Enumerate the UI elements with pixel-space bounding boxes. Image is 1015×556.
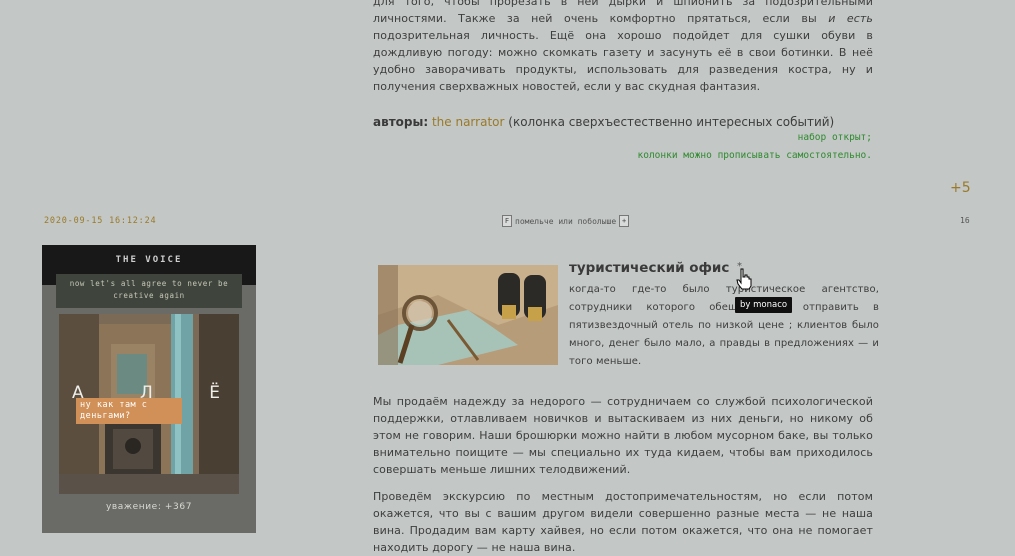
profile-caption: ну как там с деньгами?	[76, 398, 182, 424]
authors-note: (колонка сверхъестественно интересных со…	[508, 115, 835, 129]
post-title[interactable]: туристический офис	[569, 260, 729, 276]
big-letter-3: Ё	[209, 383, 222, 403]
rating-counter[interactable]: +5	[950, 180, 971, 196]
font-size-control: F помельче или поболыше +	[502, 215, 630, 227]
profile-name[interactable]: THE VOICE	[42, 255, 256, 265]
post-paragraph-1: Мы продаём надежду за недорого — сотрудн…	[373, 395, 873, 476]
post-date[interactable]: 2020-09-15 16:12:24	[44, 216, 156, 226]
authors-label: авторы:	[373, 115, 429, 129]
column-description: для того, чтобы прорезать в ней дырки и …	[373, 0, 873, 93]
author-link[interactable]: the narrator	[432, 115, 504, 129]
font-size-label: помельче или поболыше	[515, 216, 617, 226]
pointer-cursor-icon	[736, 268, 752, 290]
post-image	[378, 265, 558, 365]
author-tooltip: by monaco	[735, 297, 793, 313]
respect-counter[interactable]: уважение: +367	[42, 502, 256, 512]
post-paragraph-2: Проведём экскурсию по местным достоприме…	[373, 490, 873, 554]
status-recruitment-open: набор открыт;	[797, 132, 872, 143]
post-number[interactable]: 16	[960, 216, 970, 225]
decrease-font-button[interactable]: F	[502, 215, 512, 227]
increase-font-button[interactable]: +	[619, 215, 630, 227]
status-columns-note: колонки можно прописывать самостоятельно…	[637, 150, 873, 161]
profile-card: THE VOICE now let's all agree to never b…	[42, 245, 256, 533]
authors-line: авторы: the narrator (колонка сверхъесте…	[373, 114, 873, 130]
post-summary: когда-то где-то было туристическое агент…	[569, 284, 879, 367]
profile-quote: now let's all agree to never be creative…	[56, 274, 242, 308]
